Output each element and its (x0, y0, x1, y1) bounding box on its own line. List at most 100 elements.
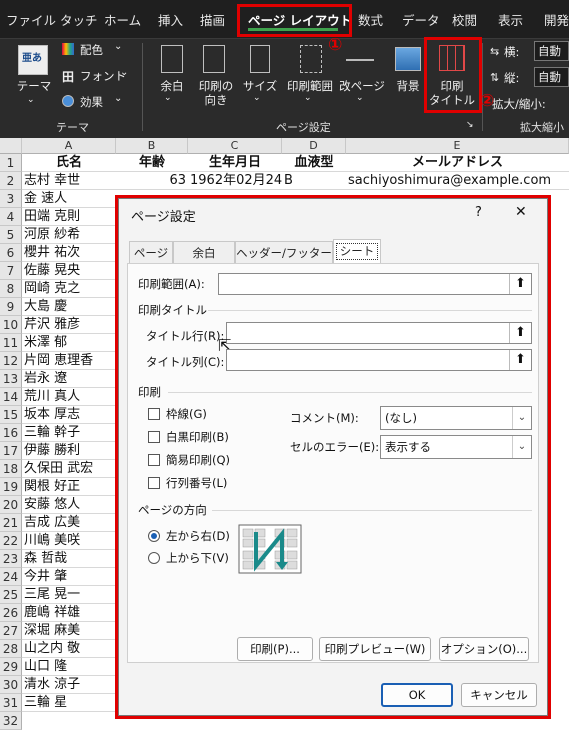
highlight-dialog (115, 195, 551, 719)
row-header[interactable]: 22 (0, 532, 22, 550)
column-header[interactable]: A (22, 138, 116, 154)
row-header[interactable]: 21 (0, 514, 22, 532)
row-header[interactable]: 24 (0, 568, 22, 586)
row-header[interactable]: 16 (0, 424, 22, 442)
tab-draw[interactable]: 描画 (200, 10, 225, 29)
name-cell[interactable]: 清水 涼子 (22, 676, 116, 694)
tab-touch[interactable]: タッチ (60, 10, 98, 29)
row-header[interactable]: 11 (0, 334, 22, 352)
tab-view[interactable]: 表示 (498, 10, 523, 29)
column-header[interactable]: C (188, 138, 282, 154)
row-header[interactable]: 8 (0, 280, 22, 298)
name-cell[interactable]: 久保田 武宏 (22, 460, 116, 478)
row-header[interactable]: 29 (0, 658, 22, 676)
tab-file[interactable]: ファイル (6, 10, 56, 29)
row-header[interactable]: 23 (0, 550, 22, 568)
name-cell[interactable]: 山口 隆 (22, 658, 116, 676)
tab-formulas[interactable]: 数式 (358, 10, 383, 29)
name-cell[interactable]: 片岡 恵理香 (22, 352, 116, 370)
row-header[interactable]: 4 (0, 208, 22, 226)
name-cell[interactable]: 米澤 郁 (22, 334, 116, 352)
name-cell[interactable]: 荒川 真人 (22, 388, 116, 406)
row-header[interactable]: 15 (0, 406, 22, 424)
row-header[interactable]: 6 (0, 244, 22, 262)
print-area-button[interactable]: 印刷範囲 (282, 79, 338, 93)
name-cell[interactable]: 三輪 星 (22, 694, 116, 712)
name-cell[interactable]: 川嶋 美咲 (22, 532, 116, 550)
row-header[interactable]: 9 (0, 298, 22, 316)
width-select[interactable]: 自動 (534, 41, 569, 61)
name-cell[interactable]: 河原 紗希 (22, 226, 116, 244)
name-cell[interactable]: 志村 幸世 (22, 172, 116, 190)
header-cell[interactable]: 生年月日 (188, 154, 282, 172)
name-cell[interactable]: 関根 好正 (22, 478, 116, 496)
tab-data[interactable]: データ (402, 10, 440, 29)
row-header[interactable]: 14 (0, 388, 22, 406)
name-cell[interactable]: 安藤 悠人 (22, 496, 116, 514)
header-cell[interactable]: 血液型 (282, 154, 346, 172)
row-header[interactable]: 12 (0, 352, 22, 370)
name-cell[interactable]: 森 哲哉 (22, 550, 116, 568)
row-header[interactable]: 27 (0, 622, 22, 640)
row-header[interactable]: 20 (0, 496, 22, 514)
birth-cell[interactable]: 1962年02月24日 (188, 172, 282, 190)
name-cell[interactable]: 三尾 晃一 (22, 586, 116, 604)
name-cell[interactable]: 櫻井 祐次 (22, 244, 116, 262)
row-header[interactable]: 13 (0, 370, 22, 388)
name-cell[interactable]: 吉成 広美 (22, 514, 116, 532)
row-header[interactable]: 32 (0, 712, 22, 730)
name-cell[interactable]: 鹿嶋 祥雄 (22, 604, 116, 622)
header-cell[interactable]: 年齢 (116, 154, 188, 172)
margins-button[interactable]: 余白 (150, 79, 194, 93)
row-header[interactable]: 3 (0, 190, 22, 208)
name-cell[interactable]: 深堀 麻美 (22, 622, 116, 640)
row-header[interactable]: 17 (0, 442, 22, 460)
background-button[interactable]: 背景 (388, 79, 428, 93)
row-header[interactable]: 28 (0, 640, 22, 658)
age-cell[interactable]: 63 (116, 172, 188, 190)
size-button[interactable]: サイズ (240, 79, 280, 93)
breaks-button[interactable]: 改ページ (338, 79, 386, 93)
row-header[interactable]: 18 (0, 460, 22, 478)
tab-home[interactable]: ホーム (104, 10, 141, 29)
row-header[interactable]: 1 (0, 154, 22, 172)
header-cell[interactable]: 氏名 (22, 154, 116, 172)
name-cell[interactable]: 坂本 厚志 (22, 406, 116, 424)
row-header[interactable]: 31 (0, 694, 22, 712)
tab-developer[interactable]: 開発 (544, 10, 569, 29)
row-header[interactable]: 30 (0, 676, 22, 694)
name-cell[interactable]: 芹沢 雅彦 (22, 316, 116, 334)
row-header[interactable]: 25 (0, 586, 22, 604)
row-header[interactable]: 2 (0, 172, 22, 190)
tab-insert[interactable]: 挿入 (158, 10, 183, 29)
header-cell[interactable]: メールアドレス (346, 154, 569, 172)
name-cell[interactable]: 金 速人 (22, 190, 116, 208)
colors-button[interactable]: 配色 (80, 42, 103, 58)
name-cell[interactable]: 伊藤 勝利 (22, 442, 116, 460)
tab-review[interactable]: 校閲 (452, 10, 477, 29)
column-header[interactable]: E (346, 138, 569, 154)
name-cell[interactable]: 大島 慶 (22, 298, 116, 316)
row-header[interactable]: 7 (0, 262, 22, 280)
name-cell[interactable]: 佐藤 晃央 (22, 262, 116, 280)
height-select[interactable]: 自動 (534, 67, 569, 87)
blood-cell[interactable]: B (282, 172, 346, 190)
row-header[interactable]: 19 (0, 478, 22, 496)
column-header[interactable]: B (116, 138, 188, 154)
theme-button[interactable]: テーマ (14, 79, 54, 93)
effects-button[interactable]: 効果 (80, 94, 103, 110)
name-cell[interactable]: 今井 肇 (22, 568, 116, 586)
name-cell[interactable]: 山之内 敬 (22, 640, 116, 658)
orientation-button[interactable]: 印刷の 向き (194, 79, 238, 107)
name-cell[interactable]: 岡崎 克之 (22, 280, 116, 298)
column-header[interactable]: D (282, 138, 346, 154)
email-cell[interactable]: sachiyoshimura@example.com (346, 172, 569, 190)
row-header[interactable]: 26 (0, 604, 22, 622)
name-cell[interactable]: 岩永 遼 (22, 370, 116, 388)
page-setup-launcher-icon[interactable]: ↘ (466, 120, 474, 130)
row-header[interactable]: 5 (0, 226, 22, 244)
name-cell[interactable]: 田端 克則 (22, 208, 116, 226)
row-header[interactable]: 10 (0, 316, 22, 334)
select-all-corner[interactable] (0, 138, 22, 154)
name-cell[interactable]: 三輪 幹子 (22, 424, 116, 442)
